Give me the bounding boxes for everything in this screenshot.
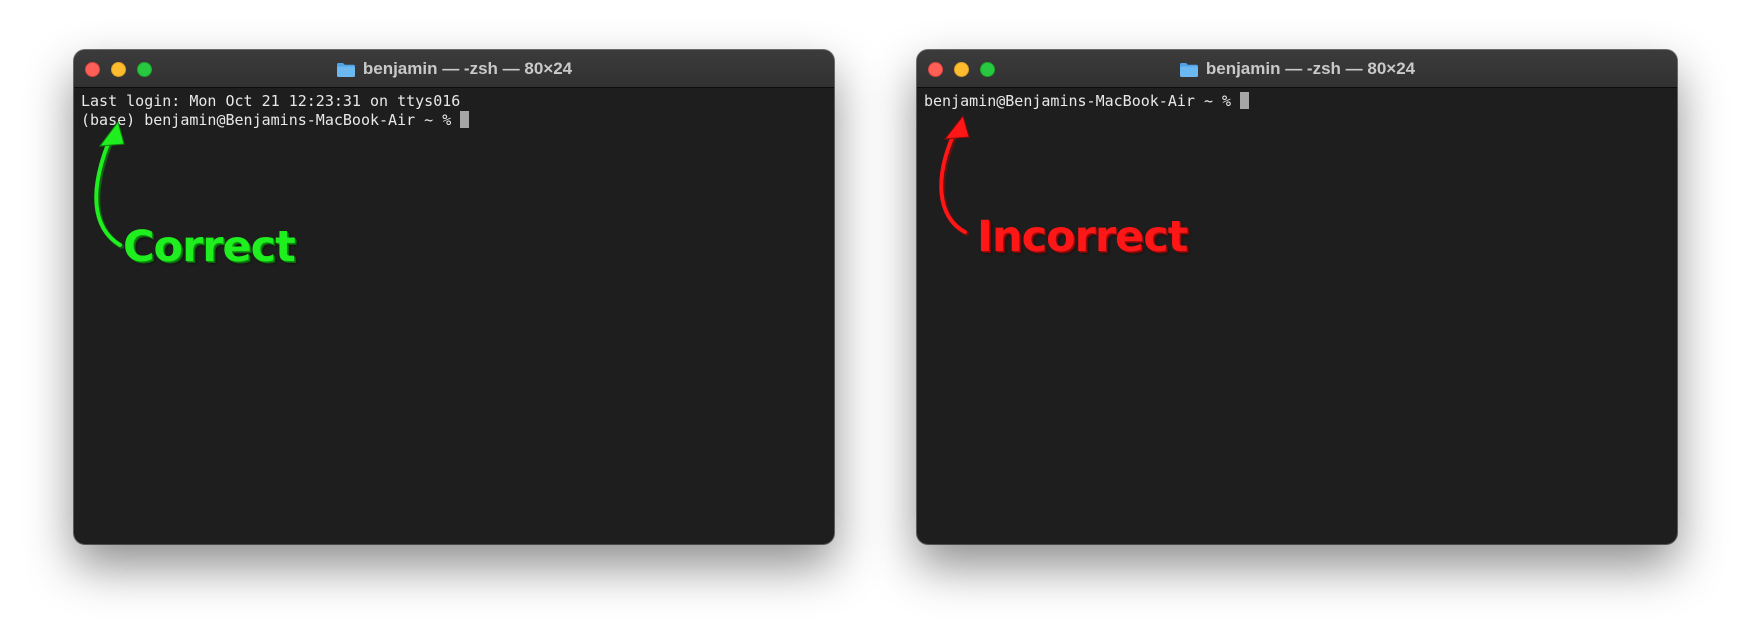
terminal-line: Last login: Mon Oct 21 12:23:31 on ttys0… <box>81 92 461 110</box>
incorrect-label: Incorrect <box>977 212 1188 262</box>
window-title: benjamin — -zsh — 80×24 <box>74 50 834 88</box>
prompt-text: benjamin@Benjamins-MacBook-Air ~ % <box>924 92 1241 110</box>
correct-label: Correct <box>123 222 296 272</box>
terminal-prompt-line: benjamin@Benjamins-MacBook-Air ~ % <box>924 92 1677 111</box>
terminal-output[interactable]: benjamin@Benjamins-MacBook-Air ~ % <box>917 88 1677 544</box>
red-arrow-icon <box>939 114 970 236</box>
window-title-text: benjamin — -zsh — 80×24 <box>362 59 573 78</box>
text-cursor <box>1240 92 1250 109</box>
window-title-text: benjamin — -zsh — 80×24 <box>1205 59 1416 78</box>
terminal-window-left[interactable]: benjamin — -zsh — 80×24 Last login: Mon … <box>74 50 834 544</box>
folder-icon <box>336 62 355 77</box>
comparison-stage: benjamin — -zsh — 80×24 Last login: Mon … <box>0 0 1752 644</box>
folder-icon <box>1179 62 1198 77</box>
terminal-prompt-line: (base) benjamin@Benjamins-MacBook-Air ~ … <box>81 111 834 130</box>
text-cursor <box>460 111 470 128</box>
terminal-window-right[interactable]: benjamin — -zsh — 80×24 benjamin@Benjami… <box>917 50 1677 544</box>
terminal-output[interactable]: Last login: Mon Oct 21 12:23:31 on ttys0… <box>74 88 834 544</box>
titlebar[interactable]: benjamin — -zsh — 80×24 <box>74 50 834 88</box>
window-title: benjamin — -zsh — 80×24 <box>917 50 1677 88</box>
titlebar[interactable]: benjamin — -zsh — 80×24 <box>917 50 1677 88</box>
